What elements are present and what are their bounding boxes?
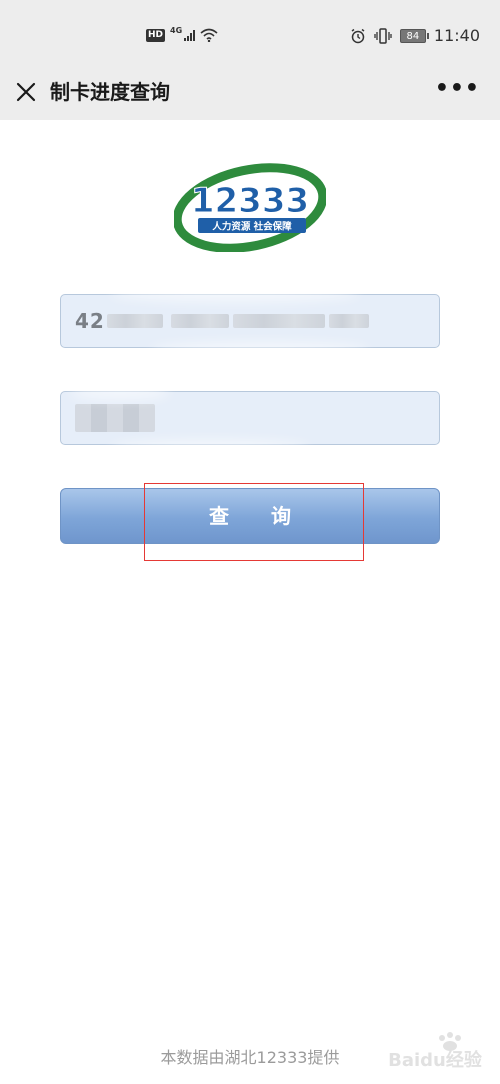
blur-smudge [70, 384, 170, 400]
blur-smudge [150, 342, 370, 358]
watermark-text: Baidu经验 [388, 1049, 483, 1070]
blur-smudge [110, 284, 360, 302]
masked-region [75, 404, 155, 432]
baidu-watermark-logo: Baidu经验 [388, 1032, 483, 1070]
hotline-12333-logo: 12333 人力资源 社会保障 [174, 163, 326, 252]
vibrate-icon [374, 27, 392, 44]
battery-icon: 84 [399, 28, 429, 43]
signal-icon [184, 29, 196, 41]
logo-tagline: 人力资源 社会保障 [212, 221, 292, 233]
id-number-value: 42 [75, 309, 105, 333]
wifi-icon [200, 28, 218, 42]
network-type: 4G [170, 25, 183, 35]
masked-region [106, 314, 163, 328]
alarm-icon [351, 28, 365, 43]
annotation-highlight-box [144, 483, 364, 561]
hd-badge: HD [146, 28, 166, 42]
blur-smudge [110, 440, 310, 456]
status-left: HD 4G [146, 25, 218, 42]
page-title: 制卡进度查询 [50, 80, 170, 104]
more-options-button[interactable]: ••• [435, 78, 480, 100]
masked-region [170, 314, 229, 328]
status-bar: HD 4G 84 11:40 [0, 0, 500, 72]
masked-region [232, 314, 325, 328]
status-right: 84 11:40 [350, 26, 480, 45]
status-time: 11:40 [433, 26, 480, 45]
id-number-input[interactable]: 42 [60, 294, 440, 348]
title-bar: 制卡进度查询 ••• [0, 72, 500, 120]
masked-region [328, 314, 369, 328]
logo-number: 12333 [191, 181, 309, 221]
close-icon[interactable] [14, 80, 38, 104]
